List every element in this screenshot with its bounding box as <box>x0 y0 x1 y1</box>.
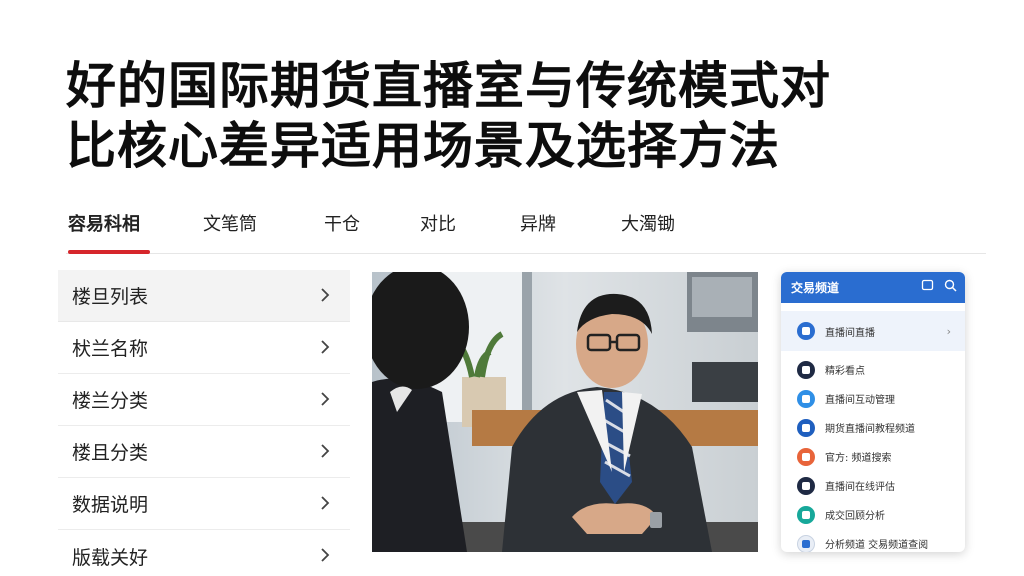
tab-4[interactable]: 对比 <box>420 210 456 254</box>
panel-row-6[interactable]: 直播间在线评估 <box>781 471 965 500</box>
side-menu: 楼旦列表 枤兰名称 楼兰分类 楼且分类 数据说明 版载关好 <box>58 270 350 576</box>
flag-icon <box>797 447 815 466</box>
panel-row-5[interactable]: 官方: 频道搜索 <box>781 442 965 471</box>
panel-header: 交易频道 <box>781 272 965 303</box>
menu-item-label: 数据说明 <box>72 494 149 516</box>
title-line-1: 好的国际期货直播室与传统模式对 <box>66 57 831 115</box>
tab-5[interactable]: 异牌 <box>520 210 556 254</box>
menu-item-label: 楼兰分类 <box>72 390 149 412</box>
dot-icon <box>797 322 815 340</box>
tab-6[interactable]: 大濁锄 <box>621 210 675 254</box>
menu-item-label: 楼且分类 <box>72 442 149 464</box>
tab-1[interactable]: 容易科相 <box>68 210 140 254</box>
chevron-right-icon <box>314 336 336 358</box>
chevron-right-icon <box>314 440 336 462</box>
chevron-right-icon <box>314 284 336 306</box>
panel-row-2[interactable]: 精彩看点 <box>781 355 965 384</box>
chat-icon[interactable] <box>921 279 934 295</box>
dot-icon <box>797 360 815 379</box>
tab-bar: 容易科相 文笔筒 干仓 对比 异牌 大濁锄 <box>66 210 986 254</box>
panel-row-label: 期货直播间教程频道 <box>825 424 915 435</box>
tab-2[interactable]: 文笔筒 <box>203 210 257 254</box>
panel-row-3[interactable]: 直播间互动管理 <box>781 384 965 413</box>
channel-panel: 交易频道 直播间直播 › 精彩看点 直播间互动管理 期货直播间教程频道 官方: … <box>781 272 965 552</box>
search-icon[interactable] <box>944 279 957 295</box>
menu-item-1[interactable]: 楼旦列表 <box>58 270 350 322</box>
panel-title: 交易频道 <box>791 281 840 295</box>
grid-icon <box>797 418 815 437</box>
page-title: 好的国际期货直播室与传统模式对 比核心差异适用场景及选择方法 <box>66 56 966 176</box>
chevron-right-icon <box>314 492 336 514</box>
panel-row-label: 成交回顾分析 <box>825 511 885 522</box>
book-icon <box>797 534 815 552</box>
panel-row-8[interactable]: 分析频道 交易频道查阅 <box>781 529 965 552</box>
panel-row-label: 官方: 频道搜索 <box>825 453 892 464</box>
menu-item-5[interactable]: 数据说明 <box>58 478 350 530</box>
dot-icon <box>797 476 815 495</box>
menu-item-3[interactable]: 楼兰分类 <box>58 374 350 426</box>
panel-row-label: 直播间在线评估 <box>825 482 895 493</box>
menu-item-label: 楼旦列表 <box>72 286 149 308</box>
menu-item-2[interactable]: 枤兰名称 <box>58 322 350 374</box>
chevron-right-icon <box>314 388 336 410</box>
meeting-photo <box>372 272 758 552</box>
menu-item-label: 枤兰名称 <box>72 338 149 360</box>
panel-row-label: 直播间直播 <box>825 327 875 339</box>
chat-icon <box>797 389 815 408</box>
panel-row-7[interactable]: 成交回顾分析 <box>781 500 965 529</box>
title-line-2: 比核心差异适用场景及选择方法 <box>66 117 780 175</box>
menu-item-6[interactable]: 版载关好 <box>58 530 350 576</box>
circle-icon <box>797 505 815 524</box>
panel-row-label: 直播间互动管理 <box>825 395 895 406</box>
tab-3[interactable]: 干仓 <box>324 210 360 254</box>
panel-row-label: 精彩看点 <box>825 366 865 377</box>
chevron-right-icon: › <box>946 325 951 338</box>
panel-row-label: 分析频道 交易频道查阅 <box>825 540 929 551</box>
chevron-right-icon <box>314 544 336 566</box>
panel-row-1[interactable]: 直播间直播 › <box>781 311 965 351</box>
menu-item-label: 版载关好 <box>72 546 149 569</box>
panel-row-4[interactable]: 期货直播间教程频道 <box>781 413 965 442</box>
menu-item-4[interactable]: 楼且分类 <box>58 426 350 478</box>
active-tab-indicator <box>68 250 150 254</box>
